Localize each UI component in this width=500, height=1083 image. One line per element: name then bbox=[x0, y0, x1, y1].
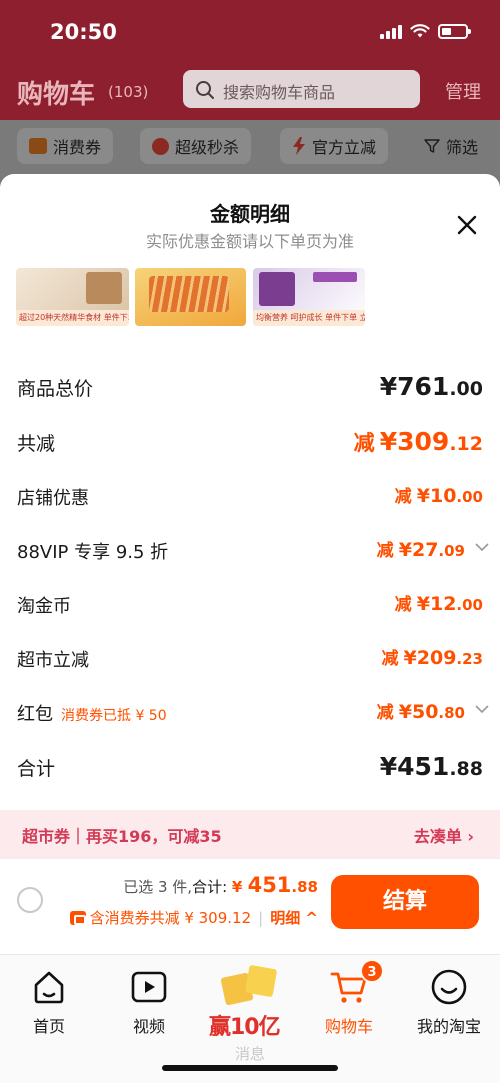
coupon-note: 消费券已抵 ¥ 50 bbox=[61, 708, 167, 724]
page-title: 购物车 bbox=[17, 80, 96, 110]
row-label: 红包 消费券已抵 ¥ 50 bbox=[17, 704, 167, 725]
add-items-link[interactable]: 去凑单 › bbox=[414, 823, 474, 847]
manage-button[interactable]: 管理 bbox=[445, 78, 481, 104]
home-indicator bbox=[162, 1065, 338, 1071]
row-store-discount: 店铺优惠 减 ¥10.00 bbox=[17, 478, 483, 518]
amount-detail-sheet: 金额明细 实际优惠金额请以下单页为准 超过20种天然精华食材 单件下单 立减12… bbox=[0, 174, 500, 1083]
row-label: 共减 bbox=[17, 433, 56, 455]
promo-tab-text: 赢10亿 bbox=[209, 1015, 281, 1040]
tab-cart[interactable]: 3 购物车 bbox=[304, 959, 394, 1037]
cart-count: (103) bbox=[108, 83, 149, 101]
row-taojinbi: 淘金币 减 ¥12.00 bbox=[17, 586, 483, 626]
tab-home[interactable]: 首页 bbox=[4, 967, 94, 1037]
search-icon bbox=[196, 81, 214, 99]
row-label: 店铺优惠 bbox=[17, 488, 89, 509]
wifi-icon bbox=[410, 24, 430, 38]
red-packet-icon bbox=[220, 965, 277, 1006]
selected-count: 已选 3 件, bbox=[123, 878, 193, 896]
thumbnail-caption: 超过20种天然精华食材 单件下单 立减120元 bbox=[16, 310, 129, 326]
filter-chip-label: 官方立减 bbox=[312, 138, 377, 157]
flash-sale-icon bbox=[152, 137, 169, 155]
discount-summary: 含消费券共减 ¥ 309.12 | 明细 ^ bbox=[69, 907, 318, 928]
chevron-down-icon[interactable] bbox=[475, 542, 489, 552]
row-value: ¥451.88 bbox=[379, 752, 483, 781]
filter-chip-coupon[interactable]: 消费券 bbox=[17, 128, 114, 164]
filter-chip-official-discount[interactable]: 官方立减 bbox=[280, 128, 389, 164]
product-thumbnail[interactable]: 均衡营养 呵护成长 单件下单 立减81.6元 bbox=[253, 268, 365, 326]
tab-label: 购物车 bbox=[324, 1017, 373, 1036]
home-icon bbox=[34, 971, 64, 1004]
tab-label: 视频 bbox=[132, 1017, 165, 1036]
checkout-button[interactable]: 结算 bbox=[331, 875, 479, 929]
selected-summary: 已选 3 件,合计: ¥ 451.88 bbox=[123, 873, 318, 897]
row-label: 88VIP 专享 9.5 折 bbox=[17, 542, 169, 563]
filter-chip-label: 消费券 bbox=[53, 138, 102, 157]
tab-my-taobao[interactable]: 我的淘宝 bbox=[404, 967, 494, 1037]
status-time: 20:50 bbox=[50, 20, 117, 44]
row-label: 商品总价 bbox=[17, 378, 94, 400]
filter-icon bbox=[424, 139, 440, 153]
filter-chip-flash-sale[interactable]: 超级秒杀 bbox=[140, 128, 252, 164]
sheet-title: 金额明细 bbox=[210, 202, 290, 226]
filter-button[interactable]: 筛选 bbox=[418, 128, 484, 164]
filter-chip-label: 超级秒杀 bbox=[175, 138, 240, 157]
row-value: 减 ¥27.09 bbox=[376, 539, 465, 561]
smile-face-icon bbox=[431, 969, 467, 1005]
lightning-icon bbox=[293, 137, 305, 155]
row-value: 减 ¥12.00 bbox=[394, 593, 483, 615]
discount-text: 含消费券共减 ¥ 309.12 bbox=[89, 909, 252, 927]
dimmed-header-area: 20:50 购物车 (103) 搜索购物车商品 管理 消费券 超级秒杀 官方立减… bbox=[0, 0, 500, 190]
row-goods-total: 商品总价 ¥761.00 bbox=[17, 368, 483, 408]
row-label: 超市立减 bbox=[17, 650, 89, 671]
promo-tab-sub: 消息 bbox=[235, 1045, 266, 1063]
video-play-icon bbox=[131, 971, 167, 1003]
bottom-tab-bar: 首页 视频 赢10亿 消息 3 购物车 我的淘宝 bbox=[0, 954, 500, 1083]
select-all-radio[interactable] bbox=[17, 887, 43, 913]
promo-text: 超市券｜再买196，可减35 bbox=[22, 827, 222, 846]
cart-header: 购物车 (103) 搜索购物车商品 管理 bbox=[0, 64, 500, 120]
product-thumbnail[interactable] bbox=[135, 268, 246, 326]
row-red-packet[interactable]: 红包 消费券已抵 ¥ 50 减 ¥50.80 bbox=[17, 694, 489, 734]
row-label: 合计 bbox=[17, 758, 56, 780]
tab-label: 首页 bbox=[32, 1017, 65, 1036]
search-placeholder: 搜索购物车商品 bbox=[223, 83, 336, 102]
status-bar: 20:50 bbox=[0, 0, 500, 64]
row-supermarket-discount: 超市立减 减 ¥209.23 bbox=[17, 640, 483, 680]
product-thumbnails: 超过20种天然精华食材 单件下单 立减120元 均衡营养 呵护成长 单件下单 立… bbox=[0, 268, 500, 326]
status-icons bbox=[380, 24, 471, 39]
cart-badge: 3 bbox=[360, 959, 384, 983]
row-grand-total: 合计 ¥451.88 bbox=[17, 748, 483, 788]
row-value: ¥761.00 bbox=[379, 372, 483, 401]
row-value: 减 ¥309.12 bbox=[353, 427, 483, 456]
supermarket-coupon-bar[interactable]: 超市券｜再买196，可减35 去凑单 › bbox=[0, 810, 500, 858]
detail-toggle[interactable]: 明细 ^ bbox=[270, 907, 318, 928]
total-label: 合计: bbox=[192, 878, 228, 896]
tab-label: 我的淘宝 bbox=[416, 1017, 481, 1036]
coupon-icon bbox=[69, 910, 86, 925]
row-label: 淘金币 bbox=[17, 596, 71, 617]
product-thumbnail[interactable]: 超过20种天然精华食材 单件下单 立减120元 bbox=[16, 268, 129, 326]
filter-chip-label: 筛选 bbox=[446, 138, 479, 157]
total-amount: ¥ 451.88 bbox=[231, 873, 318, 897]
row-88vip-discount[interactable]: 88VIP 专享 9.5 折 减 ¥27.09 bbox=[17, 532, 489, 572]
row-value: 减 ¥50.80 bbox=[376, 701, 465, 723]
chevron-down-icon[interactable] bbox=[475, 704, 489, 714]
thumbnail-caption: 均衡营养 呵护成长 单件下单 立减81.6元 bbox=[253, 310, 365, 326]
tab-video[interactable]: 视频 bbox=[104, 967, 194, 1037]
battery-icon bbox=[438, 24, 471, 39]
sheet-subtitle: 实际优惠金额请以下单页为准 bbox=[145, 232, 354, 251]
row-value: 减 ¥209.23 bbox=[381, 647, 483, 669]
signal-icon bbox=[380, 24, 402, 39]
tab-promo-campaign[interactable]: 赢10亿 消息 bbox=[205, 959, 297, 1069]
search-input[interactable]: 搜索购物车商品 bbox=[183, 70, 420, 108]
checkout-bar: 已选 3 件,合计: ¥ 451.88 含消费券共减 ¥ 309.12 | 明细… bbox=[0, 858, 500, 954]
row-total-discount: 共减 减 ¥309.12 bbox=[17, 423, 483, 463]
row-value: 减 ¥10.00 bbox=[394, 485, 483, 507]
close-icon[interactable] bbox=[452, 210, 482, 240]
coupon-icon bbox=[29, 138, 47, 154]
